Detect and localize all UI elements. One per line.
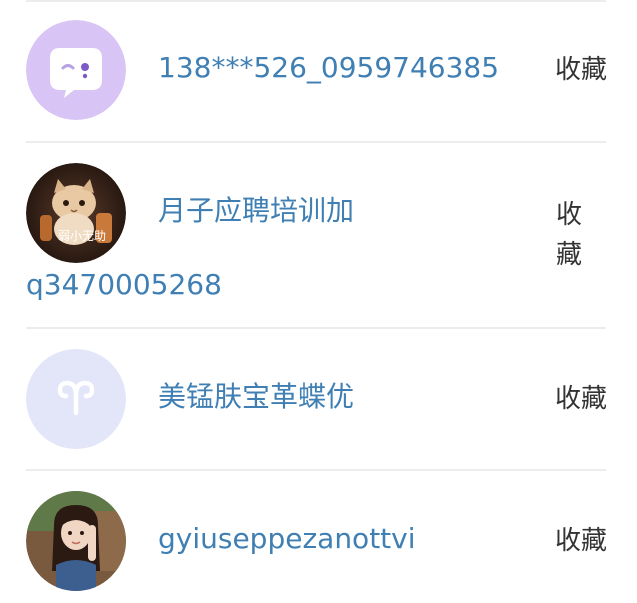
list-item[interactable]: gyiuseppezanottvi 收藏 xyxy=(0,471,637,603)
favorite-button[interactable]: 收藏 xyxy=(555,53,607,87)
aries-symbol-icon xyxy=(26,349,126,449)
contact-name: gyiuseppezanottvi xyxy=(158,522,416,555)
list-item[interactable]: 138***526_0959746385 收藏 xyxy=(0,0,637,142)
contact-name: 美锰肤宝革蝶优 xyxy=(158,380,355,413)
contact-name: 月子应聘培训加 q3470005268 xyxy=(26,143,526,303)
contact-name-line1: 月子应聘培训加 xyxy=(158,194,355,227)
list-item[interactable]: 美锰肤宝革蝶优 收藏 xyxy=(0,329,637,469)
contact-list: 138***526_0959746385 收藏 弱小无助 月子应聘培训加 q34… xyxy=(0,0,637,603)
favorite-button[interactable]: 收藏 xyxy=(555,382,607,416)
favorite-button[interactable]: 收藏 xyxy=(555,524,607,558)
girl-photo-avatar xyxy=(26,491,126,591)
contact-name-line2: q3470005268 xyxy=(26,268,222,301)
contact-name: 138***526_0959746385 xyxy=(158,51,500,84)
favorite-button[interactable]: 收藏 xyxy=(552,195,586,275)
list-item[interactable]: 弱小无助 月子应聘培训加 q3470005268 收藏 xyxy=(0,143,637,327)
wink-face-bubble-icon xyxy=(26,20,126,120)
